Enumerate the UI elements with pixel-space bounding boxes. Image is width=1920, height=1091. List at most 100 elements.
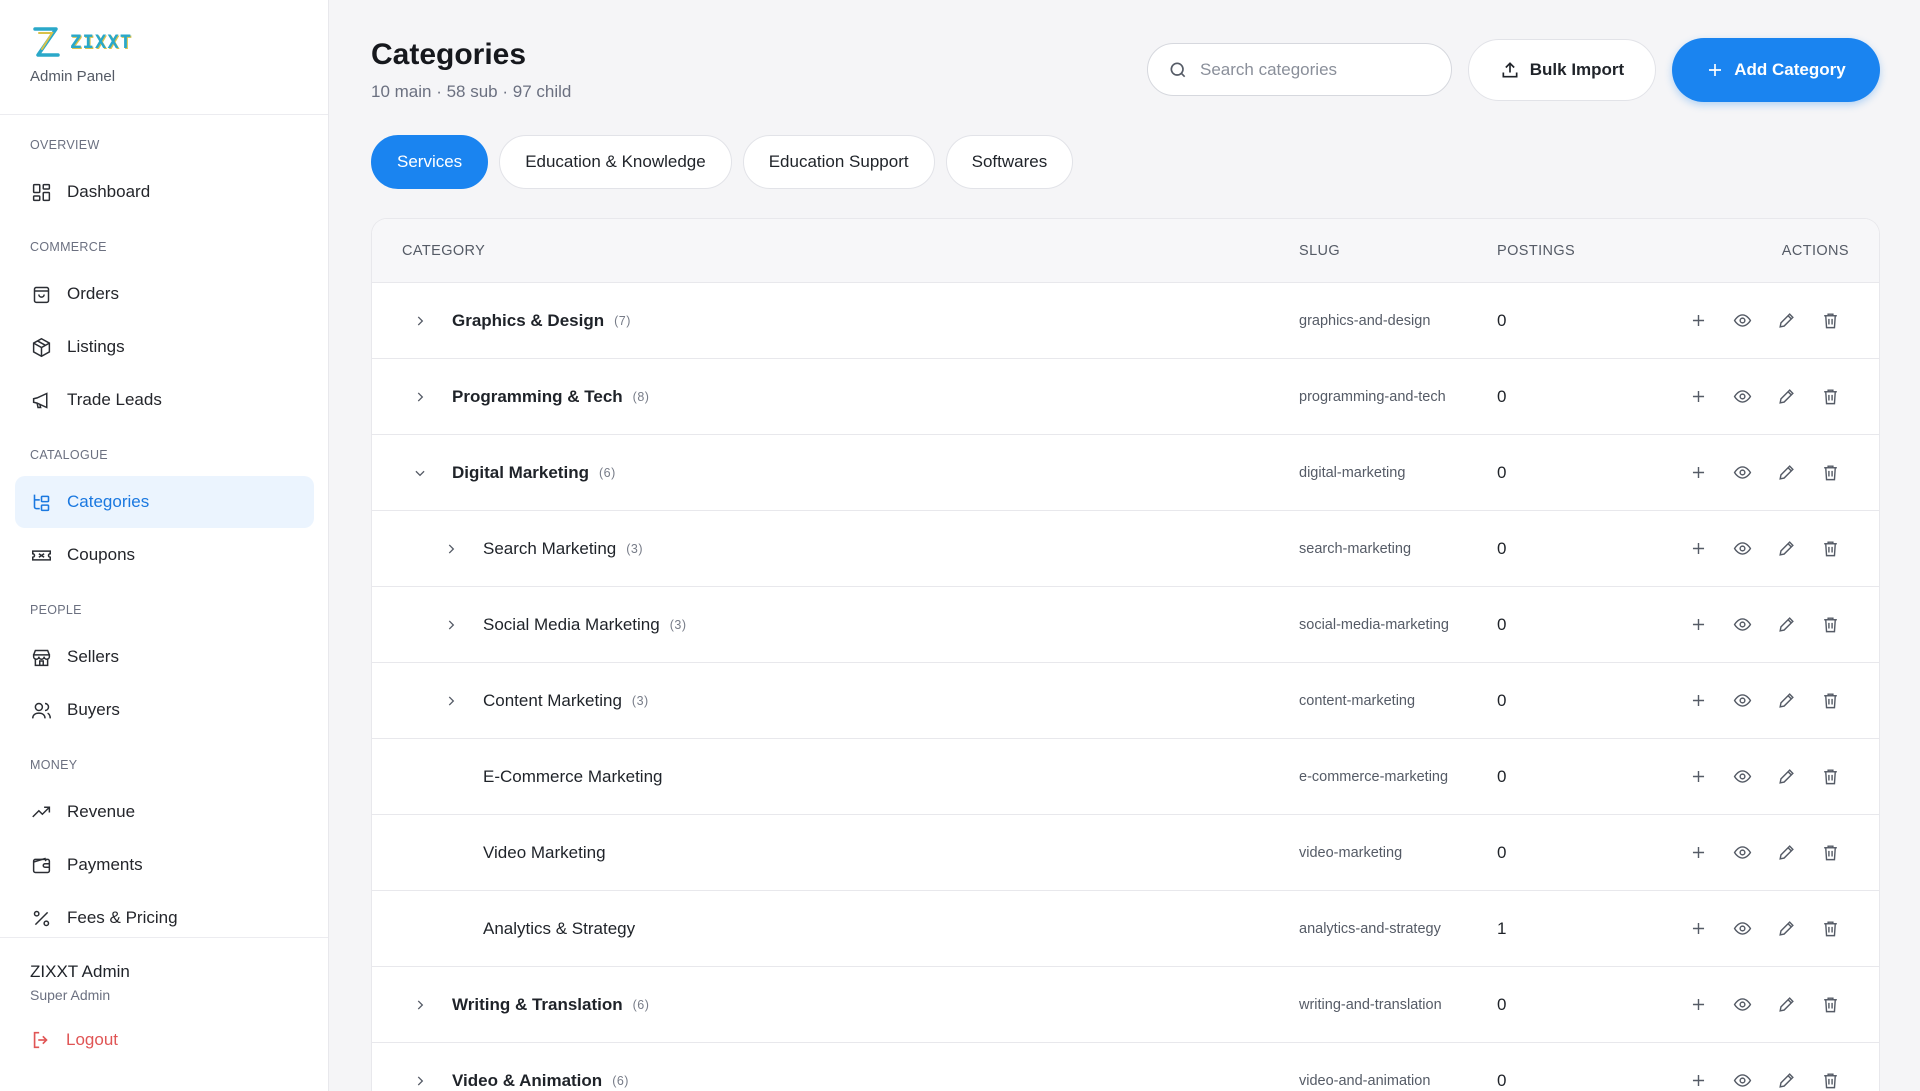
user-name: ZIXXT Admin [30,962,130,981]
bulk-import-button[interactable]: Bulk Import [1468,39,1656,101]
view-button[interactable] [1730,1069,1754,1091]
edit-button[interactable] [1774,993,1798,1017]
table-row[interactable]: Search Marketing (3) search-marketing 0 [372,511,1879,587]
view-button[interactable] [1730,993,1754,1017]
add-subcategory-button[interactable] [1686,309,1710,333]
add-subcategory-button[interactable] [1686,993,1710,1017]
postings-cell: 0 [1497,842,1507,862]
delete-button[interactable] [1818,613,1842,637]
chevron-right-icon[interactable] [412,313,428,329]
trash-icon [1821,387,1840,406]
megaphone-icon [30,389,52,411]
delete-button[interactable] [1818,1069,1842,1091]
edit-button[interactable] [1774,613,1798,637]
add-subcategory-button[interactable] [1686,385,1710,409]
delete-button[interactable] [1818,689,1842,713]
add-subcategory-button[interactable] [1686,917,1710,941]
table-row[interactable]: Analytics & Strategy analytics-and-strate… [372,891,1879,967]
sidebar-item-label: Fees & Pricing [67,908,178,927]
sidebar-item-listings[interactable]: Listings [15,321,314,373]
edit-button[interactable] [1774,765,1798,789]
category-name: Writing & Translation [452,994,623,1014]
section-label-overview: OVERVIEW [30,138,100,152]
table-row[interactable]: Programming & Tech (8) programming-and-tec… [372,359,1879,435]
chevron-right-icon[interactable] [443,541,459,557]
postings-cell: 0 [1497,538,1507,558]
view-button[interactable] [1730,841,1754,865]
view-button[interactable] [1730,689,1754,713]
trash-icon [1821,539,1840,558]
eye-icon [1733,463,1752,482]
delete-button[interactable] [1818,309,1842,333]
add-category-button[interactable]: Add Category [1672,38,1880,102]
sidebar-item-revenue[interactable]: Revenue [15,786,314,838]
add-subcategory-button[interactable] [1686,461,1710,485]
sidebar-item-buyers[interactable]: Buyers [15,684,314,736]
chevron-right-icon[interactable] [443,617,459,633]
view-button[interactable] [1730,385,1754,409]
tab-softwares[interactable]: Softwares [945,135,1074,189]
edit-button[interactable] [1774,309,1798,333]
table-row[interactable]: Video & Animation (6) video-and-animation 0 [372,1043,1879,1091]
delete-button[interactable] [1818,537,1842,561]
view-button[interactable] [1730,309,1754,333]
edit-button[interactable] [1774,917,1798,941]
edit-button[interactable] [1774,461,1798,485]
search-box[interactable] [1147,43,1452,96]
logout-button[interactable]: Logout [30,1029,298,1051]
edit-button[interactable] [1774,1069,1798,1091]
brand[interactable]: ZIXXT Admin Panel [30,22,132,85]
category-cell: Writing & Translation (6) [412,995,649,1015]
sidebar-item-label: Sellers [67,647,119,666]
view-button[interactable] [1730,765,1754,789]
category-cell: Search Marketing (3) [443,539,643,559]
sidebar-item-trade-leads[interactable]: Trade Leads [15,374,314,426]
row-actions [1686,993,1842,1017]
sidebar-item-dashboard[interactable]: Dashboard [15,166,314,218]
table-row[interactable]: Content Marketing (3) content-marketing 0 [372,663,1879,739]
table-row[interactable]: Graphics & Design (7) graphics-and-design 0 [372,283,1879,359]
edit-button[interactable] [1774,385,1798,409]
delete-button[interactable] [1818,917,1842,941]
ticket-icon [30,544,52,566]
tab-education-knowledge[interactable]: Education & Knowledge [499,135,732,189]
tab-education-support[interactable]: Education Support [742,135,935,189]
table-row[interactable]: Digital Marketing (6) digital-marketing 0 [372,435,1879,511]
tab-services[interactable]: Services [371,135,489,189]
add-subcategory-button[interactable] [1686,537,1710,561]
view-button[interactable] [1730,537,1754,561]
view-button[interactable] [1730,917,1754,941]
view-button[interactable] [1730,461,1754,485]
table-row[interactable]: Social Media Marketing (3) social-media-ma… [372,587,1879,663]
sidebar-item-payments[interactable]: Payments [15,839,314,891]
add-subcategory-button[interactable] [1686,613,1710,637]
chevron-right-icon[interactable] [443,693,459,709]
view-button[interactable] [1730,613,1754,637]
delete-button[interactable] [1818,841,1842,865]
search-input[interactable] [1200,59,1420,80]
chevron-down-icon[interactable] [412,465,428,481]
add-subcategory-button[interactable] [1686,841,1710,865]
sidebar-item-coupons[interactable]: Coupons [15,529,314,581]
table-row[interactable]: Writing & Translation (6) writing-and-tran… [372,967,1879,1043]
delete-button[interactable] [1818,765,1842,789]
sidebar-item-categories[interactable]: Categories [15,476,314,528]
delete-button[interactable] [1818,461,1842,485]
slug-cell: content-marketing [1299,692,1416,709]
chevron-right-icon[interactable] [412,389,428,405]
sidebar-item-orders[interactable]: Orders [15,268,314,320]
chevron-right-icon[interactable] [412,1073,428,1089]
add-subcategory-button[interactable] [1686,765,1710,789]
edit-button[interactable] [1774,841,1798,865]
add-subcategory-button[interactable] [1686,1069,1710,1091]
chevron-right-icon[interactable] [412,997,428,1013]
pencil-icon [1777,615,1796,634]
add-subcategory-button[interactable] [1686,689,1710,713]
delete-button[interactable] [1818,385,1842,409]
delete-button[interactable] [1818,993,1842,1017]
table-row[interactable]: Video Marketing video-marketing 0 [372,815,1879,891]
edit-button[interactable] [1774,537,1798,561]
sidebar-item-sellers[interactable]: Sellers [15,631,314,683]
table-row[interactable]: E-Commerce Marketing e-commerce-marketing… [372,739,1879,815]
edit-button[interactable] [1774,689,1798,713]
